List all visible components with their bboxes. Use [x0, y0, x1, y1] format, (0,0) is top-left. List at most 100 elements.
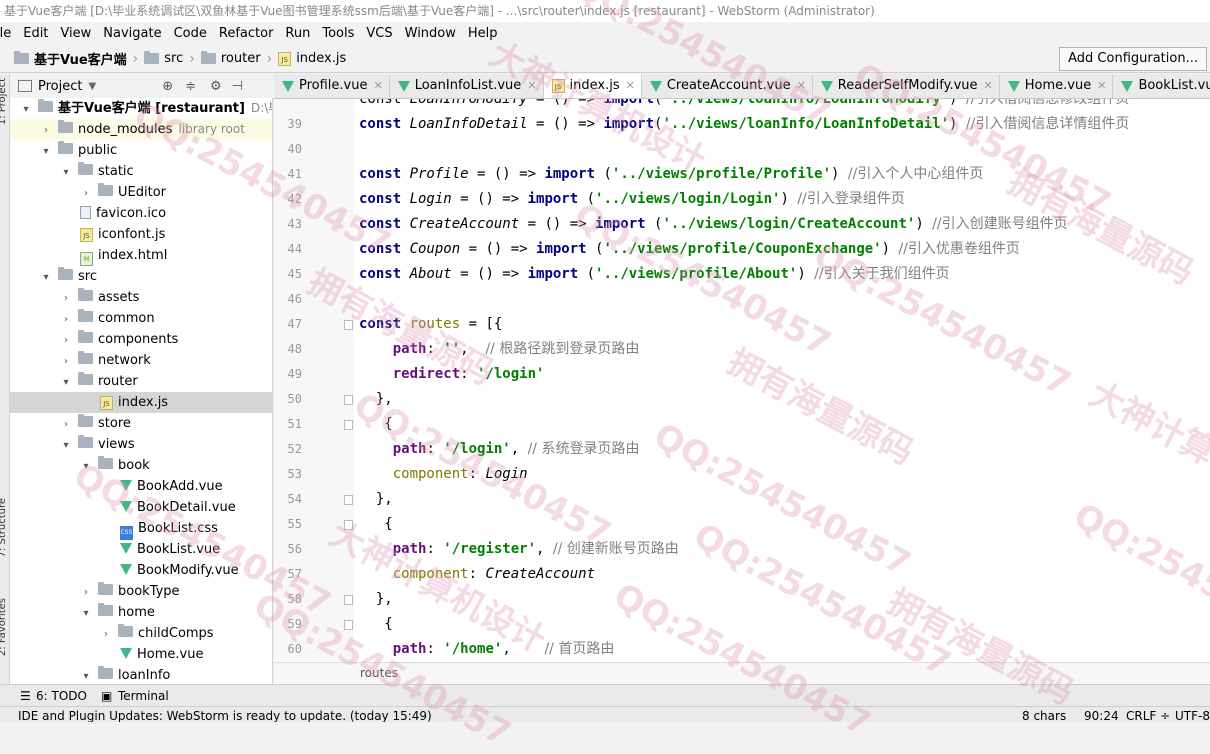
fold-marker-icon[interactable]	[344, 420, 353, 430]
tree-item-bookadd-vue[interactable]: BookAdd.vue	[10, 476, 272, 497]
chevron-right-icon[interactable]: ›	[60, 414, 72, 435]
code-line[interactable]: 47 const routes = [{	[274, 312, 1210, 337]
chevron-down-icon[interactable]: ▾	[20, 99, 32, 120]
menu-item-help[interactable]: Help	[462, 26, 504, 41]
tree-item--vue-restaurant-[interactable]: ▾ 基于Vue客户端 [restaurant] D:\毕业系统	[10, 98, 272, 119]
code-line[interactable]: 40	[274, 137, 1210, 162]
status-message[interactable]: IDE and Plugin Updates: WebStorm is read…	[18, 707, 432, 722]
tree-item-store[interactable]: › store	[10, 413, 272, 434]
code-line[interactable]: 39 const LoanInfoDetail = () => import('.…	[274, 112, 1210, 137]
tree-item-public[interactable]: ▾ public	[10, 140, 272, 161]
code-line[interactable]: 49 redirect: '/login'	[274, 362, 1210, 387]
tree-item-loaninfo[interactable]: ▾ loanInfo	[10, 665, 272, 684]
close-icon[interactable]: ✕	[797, 74, 806, 98]
project-panel-title[interactable]: Project	[38, 79, 82, 94]
fold-marker-icon[interactable]	[344, 395, 353, 405]
chevron-right-icon[interactable]: ›	[100, 624, 112, 645]
line-separator[interactable]: CRLF ÷	[1126, 707, 1170, 722]
tab-loaninfolist-vue[interactable]: LoanInfoList.vue ✕	[390, 74, 544, 98]
code-line[interactable]: const LoanInfoModify = () => import('../…	[274, 99, 1210, 112]
chevron-right-icon[interactable]: ›	[60, 309, 72, 330]
chevron-down-icon[interactable]: ▾	[40, 141, 52, 162]
fold-marker-icon[interactable]	[344, 495, 353, 505]
todo-tool-button[interactable]: 6: TODO	[36, 685, 87, 707]
chevron-right-icon[interactable]: ›	[60, 330, 72, 351]
code-editor[interactable]: const LoanInfoModify = () => import('../…	[274, 99, 1210, 662]
chevron-right-icon[interactable]: ›	[60, 351, 72, 372]
chevron-down-icon[interactable]: ▾	[60, 435, 72, 456]
breadcrumb-file[interactable]: JS index.js	[272, 51, 352, 66]
close-icon[interactable]: ✕	[984, 74, 993, 98]
chevron-right-icon[interactable]: ›	[40, 120, 52, 141]
code-line[interactable]: 52 path: '/login', // 系统登录页路由	[274, 437, 1210, 462]
code-line[interactable]: 42 const Login = () => import ('../views/…	[274, 187, 1210, 212]
file-encoding[interactable]: UTF-8	[1175, 707, 1210, 722]
close-icon[interactable]: ✕	[527, 74, 536, 98]
code-line[interactable]: 58 },	[274, 587, 1210, 612]
menu-item-vcs[interactable]: VCS	[360, 26, 398, 41]
code-line[interactable]: 50 },	[274, 387, 1210, 412]
tab-index-js[interactable]: JS index.js ✕	[543, 74, 642, 98]
chevron-right-icon[interactable]: ›	[60, 288, 72, 309]
code-line[interactable]: 43 const CreateAccount = () => import ('.…	[274, 212, 1210, 237]
close-icon[interactable]: ✕	[626, 74, 635, 98]
project-tool-button[interactable]: 1: Project	[0, 78, 8, 125]
tree-item-ueditor[interactable]: › UEditor	[10, 182, 272, 203]
menu-item-edit[interactable]: Edit	[17, 26, 54, 41]
menu-item-refactor[interactable]: Refactor	[213, 26, 280, 41]
tree-item-home[interactable]: ▾ home	[10, 602, 272, 623]
tree-item-booktype[interactable]: › bookType	[10, 581, 272, 602]
chevron-down-icon[interactable]: ▾	[60, 162, 72, 183]
menu-item-code[interactable]: Code	[168, 26, 213, 41]
code-line[interactable]: 51 {	[274, 412, 1210, 437]
chevron-down-icon[interactable]: ▾	[40, 267, 52, 288]
tree-item-bookmodify-vue[interactable]: BookModify.vue	[10, 560, 272, 581]
tab-readerselfmodify-vue[interactable]: ReaderSelfModify.vue ✕	[813, 74, 1000, 98]
menu-item-view[interactable]: View	[54, 26, 97, 41]
tree-item-assets[interactable]: › assets	[10, 287, 272, 308]
tree-item-node-modules[interactable]: › node_modules library root	[10, 119, 272, 140]
fold-marker-icon[interactable]	[344, 595, 353, 605]
code-line[interactable]: 44 const Coupon = () => import ('../views…	[274, 237, 1210, 262]
chevron-right-icon[interactable]: ›	[80, 183, 92, 204]
terminal-tool-button[interactable]: Terminal	[118, 685, 169, 707]
tree-item-index-js[interactable]: JS index.js	[10, 392, 272, 413]
fold-marker-icon[interactable]	[344, 320, 353, 330]
code-line[interactable]: 45 const About = () => import ('../views/…	[274, 262, 1210, 287]
code-line[interactable]: 41 const Profile = () => import ('../view…	[274, 162, 1210, 187]
favorites-tool-button[interactable]: 2: Favorites	[0, 598, 8, 656]
tree-item-book[interactable]: ▾ book	[10, 455, 272, 476]
code-line[interactable]: 53 component: Login	[274, 462, 1210, 487]
fold-marker-icon[interactable]	[344, 520, 353, 530]
tree-item-src[interactable]: ▾ src	[10, 266, 272, 287]
close-icon[interactable]: ✕	[1097, 74, 1106, 98]
menu-item-tools[interactable]: Tools	[316, 26, 360, 41]
tree-item-views[interactable]: ▾ views	[10, 434, 272, 455]
code-line[interactable]: 60 path: '/home', // 首页路由	[274, 637, 1210, 662]
tree-item-network[interactable]: › network	[10, 350, 272, 371]
code-line[interactable]: 48 path: '', // 根路径跳到登录页路由	[274, 337, 1210, 362]
menu-item-navigate[interactable]: Navigate	[97, 26, 167, 41]
tree-item-common[interactable]: › common	[10, 308, 272, 329]
menu-item-window[interactable]: Window	[399, 26, 462, 41]
breadcrumb-project[interactable]: 基于Vue客户端	[0, 49, 133, 68]
breadcrumb-router[interactable]: router	[195, 51, 267, 66]
tree-item-components[interactable]: › components	[10, 329, 272, 350]
tab-profile-vue[interactable]: Profile.vue ✕	[274, 74, 390, 98]
code-line[interactable]: 57 component: CreateAccount	[274, 562, 1210, 587]
menu-item-run[interactable]: Run	[279, 26, 316, 41]
chevron-down-icon[interactable]: ▾	[80, 456, 92, 477]
tree-item-favicon-ico[interactable]: favicon.ico	[10, 203, 272, 224]
code-line[interactable]: 54 },	[274, 487, 1210, 512]
fold-marker-icon[interactable]	[344, 620, 353, 630]
chevron-down-icon[interactable]: ▾	[80, 603, 92, 624]
tab-createaccount-vue[interactable]: CreateAccount.vue ✕	[642, 74, 813, 98]
close-icon[interactable]: ✕	[374, 74, 383, 98]
code-line[interactable]: 59 {	[274, 612, 1210, 637]
tree-item-booklist-vue[interactable]: BookList.vue	[10, 539, 272, 560]
tree-item-router[interactable]: ▾ router	[10, 371, 272, 392]
tree-item-iconfont-js[interactable]: JS iconfont.js	[10, 224, 272, 245]
add-configuration-button[interactable]: Add Configuration...	[1059, 47, 1207, 71]
structure-tool-button[interactable]: 7: Structure	[0, 498, 8, 557]
tree-item-childcomps[interactable]: › childComps	[10, 623, 272, 644]
